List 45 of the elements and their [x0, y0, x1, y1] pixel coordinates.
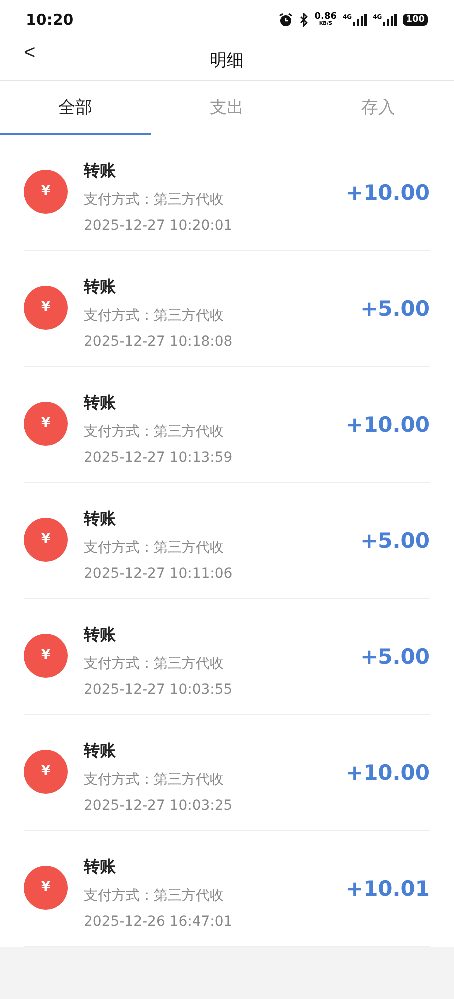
transaction-title: 转账 [84, 161, 117, 182]
transaction-amount: +5.00 [360, 528, 430, 552]
payment-method: 支付方式：第三方代收 [84, 655, 225, 673]
back-button[interactable]: < [24, 42, 36, 65]
yuan-icon: ¥ [24, 634, 68, 678]
transaction-title: 转账 [84, 277, 117, 298]
alarm-clock-icon [278, 12, 294, 28]
transaction-amount: +5.00 [360, 296, 430, 320]
yuan-icon: ¥ [24, 286, 68, 330]
yuan-icon: ¥ [24, 750, 68, 794]
transaction-time: 2025-12-27 10:03:55 [84, 682, 234, 698]
payment-method: 支付方式：第三方代收 [84, 887, 225, 905]
transaction-title: 转账 [84, 509, 117, 530]
payment-method: 支付方式：第三方代收 [84, 307, 225, 325]
yuan-icon: ¥ [24, 518, 68, 562]
signal-icon [353, 14, 368, 26]
transaction-title: 转账 [84, 741, 117, 762]
transaction-time: 2025-12-27 10:13:59 [84, 450, 234, 466]
payment-method: 支付方式：第三方代收 [84, 423, 225, 441]
transaction-time: 2025-12-27 10:03:25 [84, 798, 234, 814]
transaction-amount: +10.01 [346, 876, 430, 900]
transaction-amount: +10.00 [346, 180, 430, 204]
tab[interactable]: 全部 [0, 81, 152, 135]
payment-method: 支付方式：第三方代收 [84, 191, 225, 209]
transaction-title: 转账 [84, 625, 117, 646]
transaction-amount: +5.00 [360, 644, 430, 668]
transaction-amount: +10.00 [346, 412, 430, 436]
transaction-time: 2025-12-27 10:18:08 [84, 334, 234, 350]
yuan-icon: ¥ [24, 170, 68, 214]
payment-method: 支付方式：第三方代收 [84, 539, 225, 557]
payment-method: 支付方式：第三方代收 [84, 771, 225, 789]
signal-icon [383, 14, 398, 26]
yuan-icon: ¥ [24, 402, 68, 446]
transaction-amount: +10.00 [346, 760, 430, 784]
transaction-time: 2025-12-27 10:11:06 [84, 566, 234, 582]
battery-level: 100 [403, 14, 428, 26]
page-title: 明细 [210, 50, 244, 72]
transaction-title: 转账 [84, 393, 117, 414]
yuan-icon: ¥ [24, 866, 68, 910]
network-speed: 0.86 [314, 13, 337, 22]
bluetooth-icon [300, 13, 309, 27]
transaction-title: 转账 [84, 857, 117, 878]
status-time: 10:20 [26, 11, 74, 29]
transaction-time: 2025-12-27 10:20:01 [84, 218, 234, 234]
transaction-time: 2025-12-26 16:47:01 [84, 914, 234, 930]
